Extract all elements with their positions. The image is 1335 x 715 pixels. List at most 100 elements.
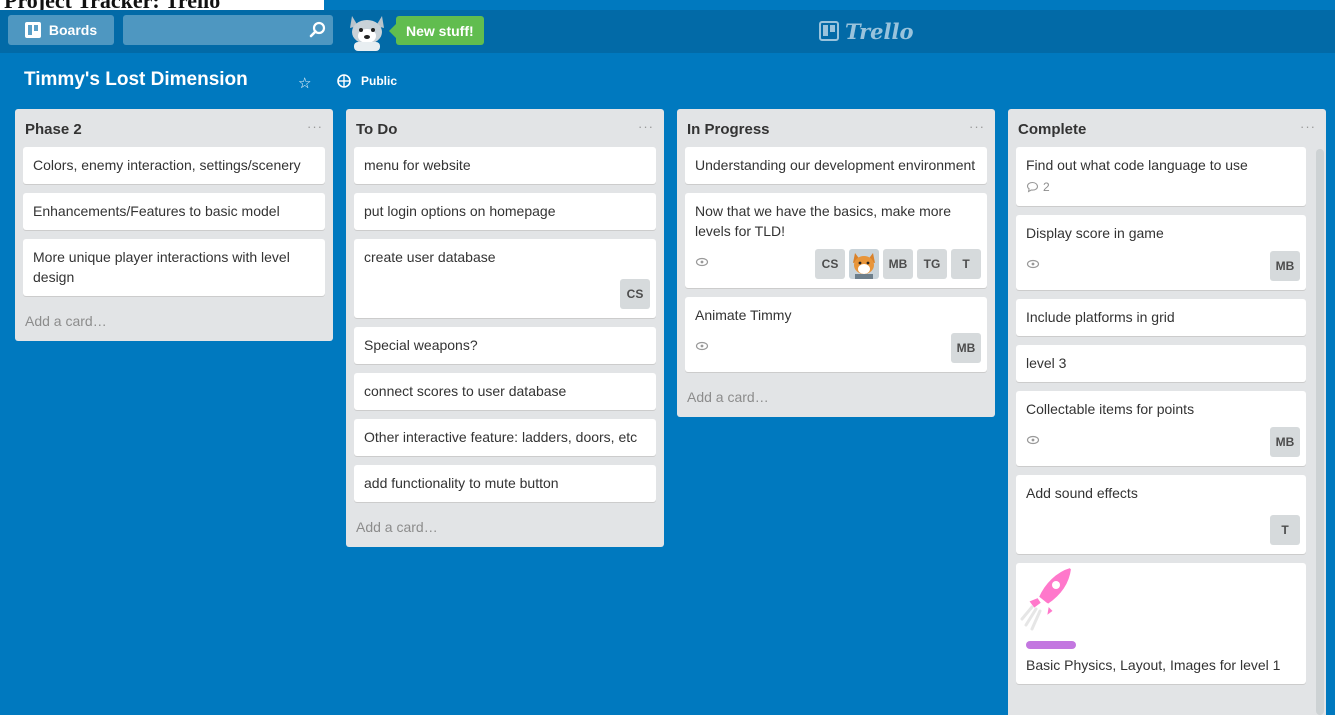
card-title: Include platforms in grid [1026, 309, 1175, 325]
trello-logo[interactable]: Trello [819, 16, 914, 46]
card-title: Display score in game [1026, 225, 1164, 241]
card-title: put login options on homepage [364, 203, 556, 219]
card[interactable]: put login options on homepage [354, 193, 656, 230]
list-header: To Do ··· [346, 109, 664, 147]
card[interactable]: Other interactive feature: ladders, door… [354, 419, 656, 456]
eye-icon [1026, 435, 1040, 445]
comments-badge: 2 [1026, 177, 1296, 197]
list-complete: Complete ··· Find out what code language… [1008, 109, 1326, 715]
boards-button[interactable]: Boards [8, 15, 114, 45]
card[interactable]: menu for website [354, 147, 656, 184]
card-title: add functionality to mute button [364, 475, 559, 491]
card-title: Basic Physics, Layout, Images for level … [1026, 657, 1281, 673]
member-avatar[interactable]: CS [620, 279, 650, 309]
eye-icon [695, 341, 709, 351]
card[interactable]: Include platforms in grid [1016, 299, 1306, 336]
member-avatar[interactable]: CS [815, 249, 845, 279]
list-menu-icon[interactable]: ··· [1300, 119, 1316, 134]
card-cover-image [1016, 563, 1306, 635]
card[interactable]: Add sound effects T [1016, 475, 1306, 554]
list-title[interactable]: Phase 2 [25, 121, 82, 138]
card[interactable]: More unique player interactions with lev… [23, 239, 325, 296]
watch-badge [695, 252, 709, 272]
card[interactable]: connect scores to user database [354, 373, 656, 410]
new-stuff-button[interactable]: New stuff! [389, 16, 484, 45]
list-menu-icon[interactable]: ··· [307, 119, 323, 134]
member-avatar[interactable]: MB [883, 249, 913, 279]
member-avatar[interactable]: MB [1270, 427, 1300, 457]
member-avatar[interactable]: MB [1270, 251, 1300, 281]
list-header: In Progress ··· [677, 109, 995, 147]
boards-label: Boards [48, 22, 98, 38]
list-menu-icon[interactable]: ··· [969, 119, 985, 134]
card-title: Enhancements/Features to basic model [33, 203, 280, 219]
list-scrollbar[interactable] [1316, 149, 1324, 715]
add-card-button[interactable]: Add a card… [346, 511, 664, 547]
list-menu-icon[interactable]: ··· [638, 119, 654, 134]
card[interactable]: Animate Timmy MB [685, 297, 987, 372]
top-header: Boards New stuff! Trello [0, 10, 1335, 53]
card-title: Now that we have the basics, make more l… [695, 203, 952, 239]
card-title: Understanding our development environmen… [695, 157, 976, 173]
watch-badge [1026, 430, 1040, 450]
member-avatar[interactable]: T [951, 249, 981, 279]
card-title: Colors, enemy interaction, settings/scen… [33, 157, 301, 173]
card-title: menu for website [364, 157, 471, 173]
trello-logo-text: Trello [845, 18, 914, 44]
star-icon[interactable]: ☆ [298, 74, 311, 92]
card[interactable]: Collectable items for points MB [1016, 391, 1306, 466]
card[interactable]: add functionality to mute button [354, 465, 656, 502]
card[interactable]: Special weapons? [354, 327, 656, 364]
list-title[interactable]: To Do [356, 121, 397, 138]
card-label-purple[interactable] [1026, 641, 1076, 649]
globe-icon[interactable] [336, 73, 352, 89]
board-title[interactable]: Timmy's Lost Dimension [24, 69, 248, 91]
card-title: Animate Timmy [695, 307, 792, 323]
card[interactable]: Enhancements/Features to basic model [23, 193, 325, 230]
list-in-progress: In Progress ··· Understanding our develo… [677, 109, 995, 417]
watch-badge [695, 336, 709, 356]
card-title: level 3 [1026, 355, 1067, 371]
card[interactable]: create user database CS [354, 239, 656, 318]
comment-icon [1026, 181, 1039, 193]
card[interactable]: Colors, enemy interaction, settings/scen… [23, 147, 325, 184]
taco-husky-icon[interactable] [344, 12, 390, 52]
card[interactable]: Find out what code language to use 2 [1016, 147, 1306, 206]
card[interactable]: level 3 [1016, 345, 1306, 382]
search-icon[interactable] [309, 21, 327, 39]
boards-icon [24, 22, 41, 38]
card-title: Other interactive feature: ladders, door… [364, 429, 638, 445]
member-avatar[interactable]: TG [917, 249, 947, 279]
card[interactable]: Understanding our development environmen… [685, 147, 987, 184]
card-title: Collectable items for points [1026, 401, 1195, 417]
add-card-button[interactable]: Add a card… [677, 381, 995, 417]
member-avatar[interactable]: MB [951, 333, 981, 363]
card-title: create user database [364, 249, 496, 265]
eye-icon [695, 257, 709, 267]
search-box[interactable] [123, 15, 333, 45]
card-title: connect scores to user database [364, 383, 567, 399]
list-phase-2: Phase 2 ··· Colors, enemy interaction, s… [15, 109, 333, 341]
search-input[interactable] [129, 19, 303, 43]
fox-avatar-icon[interactable] [849, 249, 879, 279]
list-header: Complete ··· [1008, 109, 1326, 147]
rocket-icon [1020, 565, 1074, 631]
add-card-button[interactable]: Add a card… [15, 305, 333, 341]
member-avatar[interactable]: T [1270, 515, 1300, 545]
card[interactable]: Display score in game MB [1016, 215, 1306, 290]
list-header: Phase 2 ··· [15, 109, 333, 147]
watch-badge [1026, 254, 1040, 274]
card[interactable]: Basic Physics, Layout, Images for level … [1016, 563, 1306, 684]
card-title: Special weapons? [364, 337, 478, 353]
card-title: Find out what code language to use [1026, 157, 1248, 173]
list-title[interactable]: Complete [1018, 121, 1086, 138]
trello-logo-icon [819, 21, 839, 41]
card[interactable]: Now that we have the basics, make more l… [685, 193, 987, 288]
visibility-label[interactable]: Public [361, 74, 397, 88]
eye-icon [1026, 259, 1040, 269]
card-title: More unique player interactions with lev… [33, 249, 290, 285]
board-header: Timmy's Lost Dimension ☆ Public [0, 53, 1335, 109]
comment-count: 2 [1043, 180, 1050, 194]
list-title[interactable]: In Progress [687, 121, 770, 138]
card-title: Add sound effects [1026, 485, 1138, 501]
